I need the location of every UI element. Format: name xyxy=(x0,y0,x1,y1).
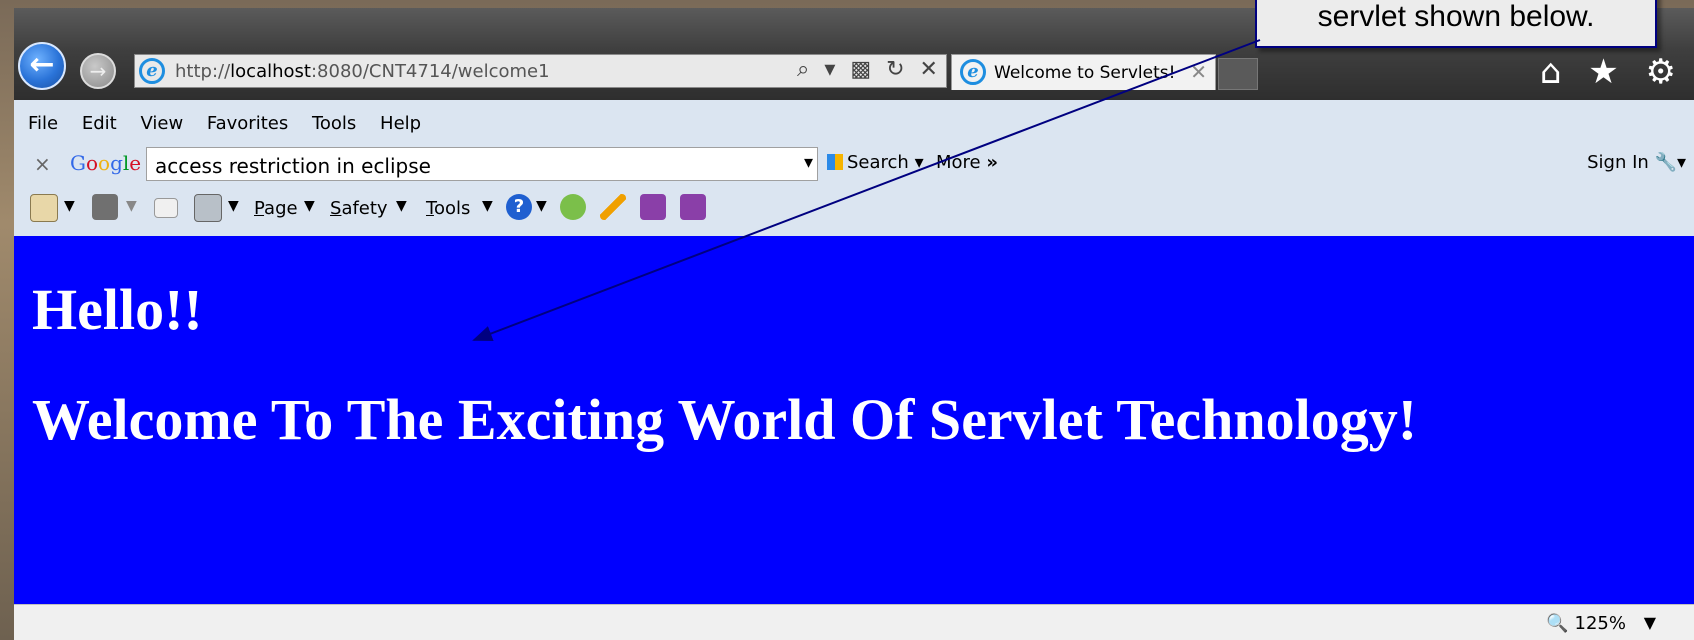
annotation-arrow xyxy=(472,39,1261,342)
